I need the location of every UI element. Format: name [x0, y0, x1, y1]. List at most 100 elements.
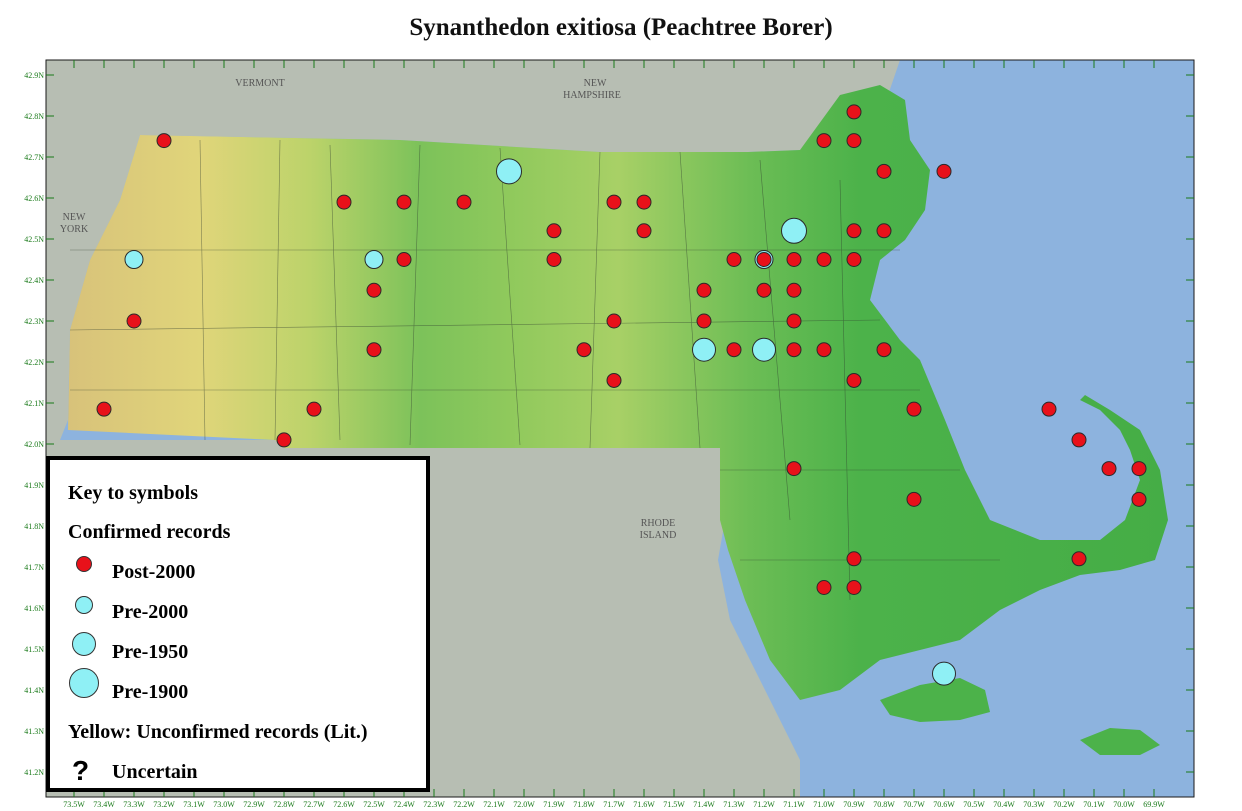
label-rhode-island-2: ISLAND: [640, 530, 677, 541]
lat-tick-label: 42.6N: [24, 194, 44, 203]
lon-tick-label: 72.2W: [453, 800, 475, 809]
record-point-post2000: [156, 133, 172, 149]
record-point-post2000: [336, 194, 352, 210]
record-point-post2000: [636, 194, 652, 210]
lat-tick-label: 42.7N: [24, 153, 44, 162]
lon-tick-label: 71.5W: [663, 800, 685, 809]
record-point-post2000: [1131, 491, 1147, 507]
record-point-post2000: [846, 252, 862, 267]
record-point-post2000: [876, 223, 892, 239]
label-vermont: VERMONT: [235, 78, 284, 89]
lon-tick-label: 72.4W: [393, 800, 415, 809]
record-point-post2000: [696, 313, 712, 329]
record-point-post2000: [696, 282, 712, 298]
legend-pre2000-symbol: [75, 596, 93, 614]
map-title: Synanthedon exitiosa (Peachtree Borer): [409, 14, 833, 41]
legend-uncertain-symbol: ?: [72, 755, 90, 786]
record-point-post2000: [636, 223, 652, 239]
record-point-post2000: [1101, 461, 1117, 477]
lon-tick-label: 70.4W: [993, 800, 1015, 809]
record-point-pre2000: [364, 250, 384, 269]
record-point-post2000: [816, 342, 832, 358]
record-point-post2000: [546, 252, 562, 267]
lon-tick-label: 72.5W: [363, 800, 385, 809]
record-point-post2000: [366, 282, 382, 298]
lon-tick-label: 73.4W: [93, 800, 115, 809]
lon-tick-label: 70.6W: [933, 800, 955, 809]
lon-tick-label: 72.8W: [273, 800, 295, 809]
label-new-hampshire-2: HAMPSHIRE: [563, 90, 621, 101]
lon-tick-label: 71.0W: [813, 800, 835, 809]
record-point-post2000: [96, 401, 112, 417]
lon-tick-label: 71.3W: [723, 800, 745, 809]
record-point-post2000: [396, 252, 412, 267]
label-new-hampshire-1: NEW: [584, 78, 607, 89]
record-point-post2000: [876, 342, 892, 358]
record-point-post2000: [906, 491, 922, 507]
legend-pre2000: Pre-2000: [112, 601, 189, 623]
lon-tick-label: 73.5W: [63, 800, 85, 809]
lon-tick-label: 73.0W: [213, 800, 235, 809]
lon-tick-label: 70.5W: [963, 800, 985, 809]
record-point-post2000: [726, 252, 742, 267]
label-rhode-island-1: RHODE: [641, 518, 675, 529]
lon-tick-label: 71.4W: [693, 800, 715, 809]
record-point-post2000: [846, 223, 862, 239]
legend-pre1950: Pre-1950: [112, 641, 189, 663]
legend-post2000-symbol: [76, 556, 92, 572]
lon-tick-label: 70.2W: [1053, 800, 1075, 809]
lat-tick-label: 41.7N: [24, 563, 44, 572]
lon-tick-label: 72.0W: [513, 800, 535, 809]
record-point-post2000: [756, 252, 772, 267]
record-point-post2000: [606, 313, 622, 329]
lat-tick-label: 42.5N: [24, 235, 44, 244]
lon-tick-label: 71.8W: [573, 800, 595, 809]
lon-tick-label: 71.6W: [633, 800, 655, 809]
lon-tick-label: 72.6W: [333, 800, 355, 809]
legend-heading: Key to symbols: [68, 482, 198, 504]
record-point-post2000: [906, 401, 922, 417]
lon-tick-label: 72.9W: [243, 800, 265, 809]
record-point-post2000: [1041, 401, 1057, 417]
lat-tick-label: 41.8N: [24, 522, 44, 531]
legend-pre1950-symbol: [72, 632, 96, 656]
record-point-post2000: [606, 194, 622, 210]
record-point-post2000: [126, 313, 142, 329]
label-new-york-2: YORK: [60, 224, 89, 235]
record-point-post2000: [936, 163, 952, 179]
lat-tick-label: 42.3N: [24, 317, 44, 326]
record-point-post2000: [276, 432, 292, 448]
record-point-post2000: [1131, 461, 1147, 477]
lon-tick-label: 69.9W: [1143, 800, 1165, 809]
legend: Key to symbols Confirmed records Post-20…: [46, 456, 430, 792]
record-point-post2000: [606, 372, 622, 388]
record-point-post2000: [306, 401, 322, 417]
lon-tick-label: 70.1W: [1083, 800, 1105, 809]
lon-tick-label: 70.9W: [843, 800, 865, 809]
lon-tick-label: 72.7W: [303, 800, 325, 809]
lon-tick-label: 71.7W: [603, 800, 625, 809]
lat-tick-label: 41.9N: [24, 481, 44, 490]
lat-tick-label: 41.2N: [24, 768, 44, 777]
legend-uncertain: Uncertain: [112, 761, 198, 783]
record-point-post2000: [456, 194, 472, 210]
lat-tick-label: 42.0N: [24, 440, 44, 449]
record-point-post2000: [846, 104, 862, 120]
record-point-post2000: [876, 163, 892, 179]
lon-tick-label: 70.8W: [873, 800, 895, 809]
lon-tick-label: 73.2W: [153, 800, 175, 809]
legend-post2000: Post-2000: [112, 561, 196, 583]
lat-tick-label: 41.5N: [24, 645, 44, 654]
lat-tick-label: 41.3N: [24, 727, 44, 736]
lat-tick-label: 41.6N: [24, 604, 44, 613]
record-point-post2000: [846, 133, 862, 149]
record-point-post2000: [816, 252, 832, 267]
record-point-post2000: [786, 313, 802, 329]
record-point-pre1900: [496, 158, 522, 185]
record-point-post2000: [816, 133, 832, 149]
lon-tick-label: 71.1W: [783, 800, 805, 809]
lon-tick-label: 72.3W: [423, 800, 445, 809]
legend-confirmed: Confirmed records: [68, 521, 231, 543]
lat-tick-label: 42.4N: [24, 276, 44, 285]
record-point-post2000: [846, 372, 862, 388]
